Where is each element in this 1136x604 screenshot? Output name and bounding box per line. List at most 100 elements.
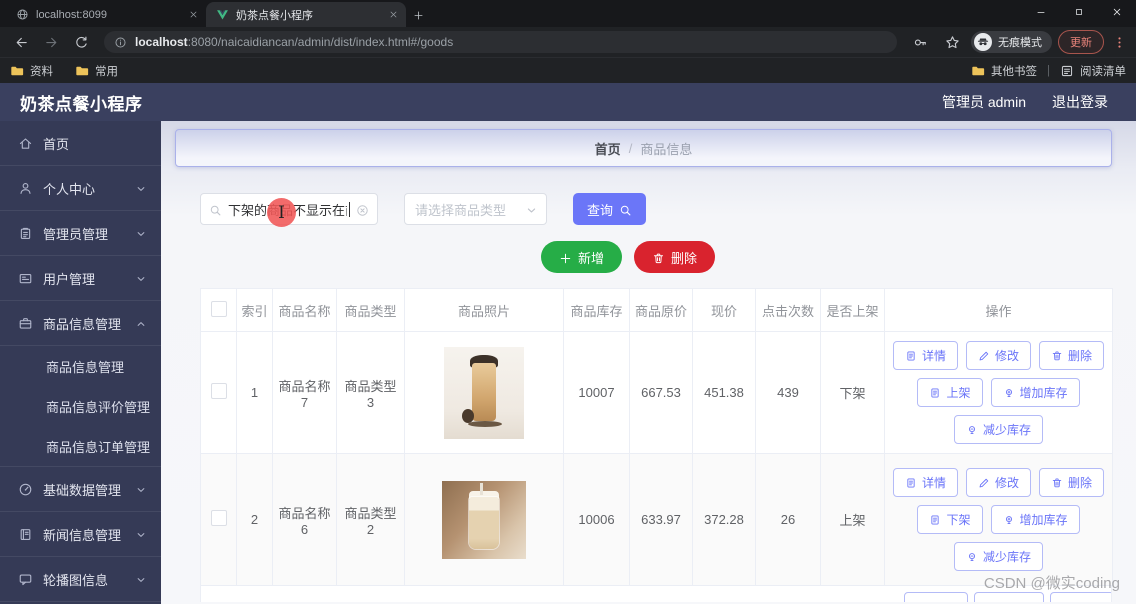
column-header: 现价 <box>692 288 756 332</box>
browser-menu-icon[interactable] <box>1110 31 1128 53</box>
op-button-document[interactable]: 详情 <box>892 468 958 497</box>
sidebar-subitem[interactable]: 商品信息订单管理 <box>0 426 161 466</box>
reading-list[interactable]: 阅读清单 <box>1060 63 1126 79</box>
row-checkbox[interactable] <box>210 510 227 526</box>
clipboard-icon <box>20 227 31 239</box>
forward-button[interactable] <box>38 29 64 55</box>
home-icon <box>19 137 32 149</box>
site-info-icon[interactable] <box>114 35 127 49</box>
close-icon <box>1113 8 1121 16</box>
back-icon <box>16 37 27 47</box>
password-key-icon[interactable] <box>907 29 933 55</box>
chrome-update-button[interactable]: 更新 <box>1058 30 1104 54</box>
op-button-label: 上架 <box>946 386 971 400</box>
delete-button[interactable]: 删除 <box>634 241 716 273</box>
op-button-stock-plus[interactable]: 增加库存 <box>990 505 1080 534</box>
column-header: 索引 <box>236 288 273 332</box>
partial-button <box>1050 592 1111 602</box>
sidebar-item[interactable]: 基础数据管理 <box>0 467 161 512</box>
bookmarks-bar: 资料 常用 其他书签 | 阅读清单 <box>0 57 1136 83</box>
shelf-icon <box>931 514 940 525</box>
clear-circle-icon <box>357 204 368 216</box>
sidebar-item-label: 商品信息管理 <box>43 316 122 332</box>
url-path: :8080/naicaidiancan/admin/dist/index.htm… <box>187 35 454 49</box>
clear-input-icon[interactable] <box>356 201 369 216</box>
tab-title: 奶茶点餐小程序 <box>236 9 313 22</box>
expand-chevron <box>135 572 147 587</box>
sidebar-item[interactable]: 新闻信息管理 <box>0 512 161 557</box>
incognito-label: 无痕模式 <box>998 37 1042 49</box>
sidebar-subitem[interactable]: 商品信息管理 <box>0 346 161 386</box>
op-button-label: 减少库存 <box>982 550 1031 564</box>
sidebar-subitem[interactable]: 商品信息评价管理 <box>0 386 161 426</box>
search-icon <box>620 205 631 215</box>
column-header: 商品库存 <box>563 288 630 332</box>
keyword-search-input[interactable]: 下架的商品不显示在前台 <box>200 193 378 225</box>
op-button-trash[interactable]: 删除 <box>1039 341 1105 370</box>
table-row-partial <box>200 586 1112 602</box>
folder-icon <box>11 66 24 75</box>
toolbar-right: 无痕模式 更新 <box>907 29 1128 55</box>
minimize-button[interactable] <box>1022 0 1060 24</box>
info-icon <box>115 37 126 48</box>
browser-tab[interactable]: localhost:8099 <box>6 2 206 27</box>
op-button-stock-plus[interactable]: 增加库存 <box>990 378 1080 407</box>
goods-type-select[interactable]: 请选择商品类型 <box>404 193 547 225</box>
sidebar-item[interactable]: 个人中心 <box>0 166 161 211</box>
url-host: localhost <box>135 35 188 49</box>
column-header: 商品照片 <box>404 288 564 332</box>
add-button[interactable]: 新增 <box>540 241 622 273</box>
bookmark-label: 常用 <box>95 65 118 78</box>
sidebar-item[interactable]: 轮播图信息 <box>0 557 161 602</box>
sidebar-item[interactable]: 用户管理 <box>0 256 161 301</box>
op-button-shelf[interactable]: 上架 <box>917 378 983 407</box>
sidebar-item[interactable]: 首页 <box>0 121 161 166</box>
back-button[interactable] <box>8 29 34 55</box>
query-button[interactable]: 查询 <box>573 193 647 225</box>
bookmark-label: 资料 <box>30 65 53 78</box>
sidebar-item[interactable]: 管理员管理 <box>0 211 161 256</box>
incognito-badge: 无痕模式 <box>971 31 1052 53</box>
row-checkbox[interactable] <box>210 383 227 399</box>
logout-button[interactable]: 退出登录 <box>1052 92 1108 112</box>
plus-icon <box>560 253 571 263</box>
tab-strip: localhost:8099 奶茶点餐小程序 <box>0 0 1136 27</box>
bookmark-folder[interactable]: 常用 <box>75 63 118 79</box>
breadcrumb-home[interactable]: 首页 <box>595 139 621 158</box>
star-icon <box>945 35 959 48</box>
cell-original-price: 633.97 <box>629 453 693 586</box>
text-caret <box>349 201 350 217</box>
other-bookmarks[interactable]: 其他书签 <box>971 63 1037 79</box>
op-button-document[interactable]: 详情 <box>892 341 958 370</box>
op-button-stock-minus[interactable]: 减少库存 <box>953 415 1043 444</box>
breadcrumb-current: 商品信息 <box>640 141 693 157</box>
app-title: 奶茶点餐小程序 <box>20 94 143 114</box>
chevron-down-icon <box>137 187 145 191</box>
row-operations: 详情 修改 删除上架 增加库存减少库存 <box>889 337 1108 448</box>
op-button-trash[interactable]: 删除 <box>1039 468 1105 497</box>
op-button-stock-minus[interactable]: 减少库存 <box>953 542 1043 571</box>
bookmark-star-icon[interactable] <box>939 29 965 55</box>
admin-user-label[interactable]: 管理员 admin <box>942 92 1026 112</box>
op-button-shelf[interactable]: 下架 <box>917 505 983 534</box>
sidebar-item[interactable]: 商品信息管理 <box>0 301 161 346</box>
close-window-button[interactable] <box>1098 0 1136 24</box>
reload-button[interactable] <box>68 29 94 55</box>
new-tab-button[interactable] <box>406 3 430 27</box>
address-bar[interactable]: localhost:8080/naicaidiancan/admin/dist/… <box>104 31 897 53</box>
product-photo[interactable] <box>442 480 526 559</box>
browser-tab[interactable]: 奶茶点餐小程序 <box>206 2 406 27</box>
chevron-down-icon <box>527 208 536 213</box>
sidebar-item-label: 轮播图信息 <box>43 572 109 588</box>
row-operations: 详情 修改 删除下架 增加库存减少库存 <box>889 464 1108 575</box>
op-button-edit[interactable]: 修改 <box>965 341 1031 370</box>
browser-window: localhost:8099 奶茶点餐小程序 localhost:8080/nai… <box>0 0 1136 604</box>
cell-shelf-status: 下架 <box>820 331 885 454</box>
op-button-edit[interactable]: 修改 <box>965 468 1031 497</box>
bookmark-folder[interactable]: 资料 <box>10 63 53 79</box>
select-all-checkbox[interactable] <box>210 300 227 317</box>
maximize-button[interactable] <box>1060 0 1098 24</box>
product-photo[interactable] <box>444 346 524 439</box>
sidebar-item-label: 新闻信息管理 <box>43 527 122 543</box>
op-button-label: 修改 <box>994 476 1019 490</box>
